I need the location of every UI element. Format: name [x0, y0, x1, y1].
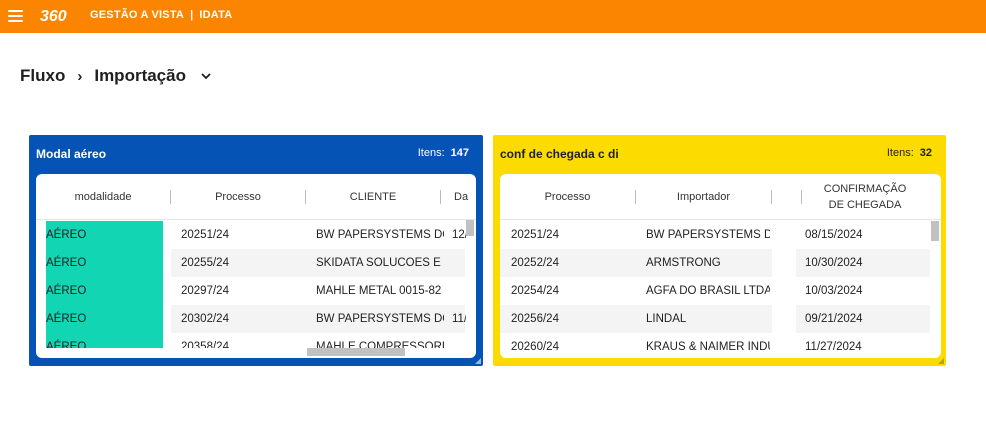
- card-modal-aereo: Modal aéreo Itens: 147 modalidade Process…: [29, 135, 483, 366]
- card-conf-chegada: conf de chegada c di Itens: 32 Processo I…: [493, 135, 946, 366]
- table-row[interactable]: AÉREO 20255/24 SKIDATA SOLUCOES E SE: [36, 249, 476, 277]
- table-header: Processo Importador CONFIRMAÇÃO DE CHEGA…: [500, 174, 941, 220]
- column-divider[interactable]: [440, 190, 441, 204]
- cell-confirmacao: 08/15/2024: [805, 229, 863, 241]
- cell-processo: 20255/24: [181, 257, 229, 269]
- cell-cliente: BW PAPERSYSTEMS DO: [316, 313, 444, 325]
- table-row[interactable]: 20256/24 LINDAL 09/21/2024: [500, 305, 941, 333]
- count-value: 32: [919, 147, 932, 159]
- cell-processo: 20254/24: [511, 285, 559, 297]
- cell-cliente: BW PAPERSYSTEMS DO: [316, 229, 444, 241]
- column-header-modalidade[interactable]: modalidade: [36, 174, 170, 220]
- cell-processo: 20251/24: [511, 229, 559, 241]
- cell-confirmacao: 10/30/2024: [805, 257, 863, 269]
- table-row[interactable]: AÉREO 20251/24 BW PAPERSYSTEMS DO 12/: [36, 221, 476, 249]
- breadcrumb-root[interactable]: Fluxo: [20, 66, 65, 86]
- card-item-count: Itens: 32: [887, 147, 932, 159]
- title-separator: |: [190, 9, 194, 21]
- app-title: GESTÃO A VISTA | IDATA: [90, 9, 232, 21]
- cell-importador: BW PAPERSYSTEMS DO: [646, 229, 770, 241]
- breadcrumb: Fluxo › Importação: [20, 66, 212, 86]
- cell-processo: 20256/24: [511, 313, 559, 325]
- column-header-importador[interactable]: Importador: [636, 174, 771, 220]
- table-row[interactable]: AÉREO 20297/24 MAHLE METAL 0015-82: [36, 277, 476, 305]
- cell-confirmacao: 10/03/2024: [805, 285, 863, 297]
- cell-confirmacao: 11/27/2024: [805, 341, 862, 353]
- cell-processo: 20297/24: [181, 285, 229, 297]
- vertical-scrollbar[interactable]: [931, 221, 939, 241]
- cell-processo: 20252/24: [511, 257, 559, 269]
- cell-data: [452, 249, 466, 277]
- cell-importador: AGFA DO BRASIL LTDA.: [646, 285, 770, 297]
- cell-modalidade: AÉREO: [46, 305, 163, 333]
- cell-modalidade: AÉREO: [46, 277, 163, 305]
- count-label: Itens:: [886, 147, 914, 159]
- column-header-confirmacao[interactable]: CONFIRMAÇÃO DE CHEGADA: [805, 174, 925, 220]
- cell-cliente: MAHLE METAL 0015-82: [316, 285, 442, 297]
- column-divider[interactable]: [771, 190, 772, 204]
- column-header-cliente[interactable]: CLIENTE: [306, 174, 440, 220]
- cell-modalidade: AÉREO: [46, 221, 163, 249]
- cell-importador: LINDAL: [646, 313, 687, 325]
- resize-handle-icon[interactable]: [475, 358, 481, 364]
- resize-handle-icon[interactable]: [938, 358, 944, 364]
- svg-text:360: 360: [40, 8, 67, 25]
- cell-data: 12/: [452, 229, 466, 241]
- hamburger-icon[interactable]: [8, 10, 23, 22]
- card-item-count: Itens: 147: [418, 147, 469, 159]
- table-header: modalidade Processo CLIENTE Da: [36, 174, 476, 220]
- chevron-down-icon[interactable]: [200, 70, 212, 82]
- cell-data: [452, 277, 466, 305]
- cell-processo: 20251/24: [181, 229, 229, 241]
- cell-cliente: SKIDATA SOLUCOES E SE: [316, 257, 444, 269]
- cell-importador: ARMSTRONG: [646, 257, 721, 269]
- column-divider[interactable]: [801, 190, 802, 204]
- cell-modalidade: AÉREO: [46, 333, 163, 348]
- vertical-scrollbar[interactable]: [466, 220, 474, 236]
- cell-data: 11/: [452, 313, 466, 325]
- cell-processo: 20260/24: [511, 341, 559, 353]
- top-bar: 360 GESTÃO A VISTA | IDATA: [0, 0, 986, 33]
- card-title: conf de chegada c di: [500, 147, 619, 161]
- cell-processo: 20358/24: [181, 341, 229, 348]
- column-header-processo[interactable]: Processo: [171, 174, 305, 220]
- horizontal-scrollbar[interactable]: [307, 348, 405, 356]
- table-row[interactable]: 20251/24 BW PAPERSYSTEMS DO 08/15/2024: [500, 221, 941, 249]
- count-value: 147: [450, 147, 469, 159]
- company-label: IDATA: [199, 9, 233, 21]
- table-row[interactable]: 20252/24 ARMSTRONG 10/30/2024: [500, 249, 941, 277]
- breadcrumb-separator: ›: [77, 67, 83, 85]
- cell-cliente: MAHLE COMPRESSORES: [316, 341, 444, 348]
- column-header-data[interactable]: Da: [454, 174, 476, 220]
- table-row[interactable]: AÉREO 20358/24 MAHLE COMPRESSORES: [36, 333, 476, 348]
- table-row[interactable]: 20254/24 AGFA DO BRASIL LTDA. 10/03/2024: [500, 277, 941, 305]
- data-table: modalidade Processo CLIENTE Da AÉREO 202…: [36, 174, 476, 358]
- count-label: Itens:: [417, 147, 445, 159]
- table-row[interactable]: 20260/24 KRAUS & NAIMER INDU 11/27/2024: [500, 333, 941, 358]
- cell-confirmacao: 09/21/2024: [805, 313, 863, 325]
- breadcrumb-current: Importação: [94, 66, 186, 85]
- section-label: GESTÃO A VISTA: [90, 9, 185, 21]
- logo-360: 360: [40, 8, 67, 25]
- cell-processo: 20302/24: [181, 313, 229, 325]
- cell-importador: KRAUS & NAIMER INDU: [646, 341, 770, 353]
- column-header-processo[interactable]: Processo: [500, 174, 635, 220]
- cell-modalidade: AÉREO: [46, 249, 163, 277]
- table-row[interactable]: AÉREO 20302/24 BW PAPERSYSTEMS DO 11/: [36, 305, 476, 333]
- data-table: Processo Importador CONFIRMAÇÃO DE CHEGA…: [500, 174, 941, 358]
- card-title: Modal aéreo: [36, 147, 107, 161]
